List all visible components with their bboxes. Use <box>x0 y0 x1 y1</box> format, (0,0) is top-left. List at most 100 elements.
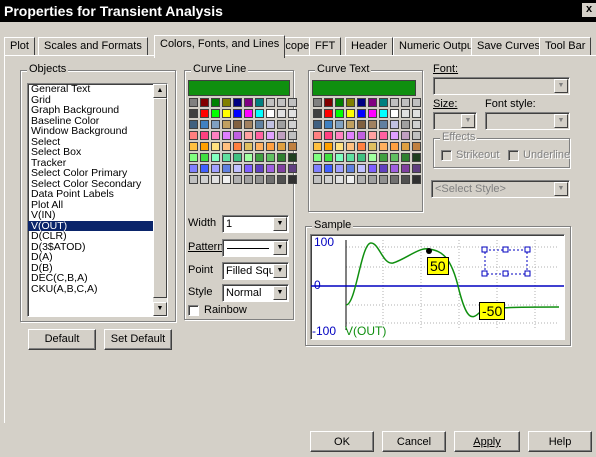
chevron-down-icon[interactable]: ▼ <box>273 264 287 278</box>
color-swatch[interactable] <box>266 120 275 129</box>
color-swatch[interactable] <box>313 175 322 184</box>
color-swatch[interactable] <box>379 131 388 140</box>
color-swatch[interactable] <box>379 109 388 118</box>
list-item[interactable]: Data Point Labels <box>28 189 167 200</box>
color-swatch[interactable] <box>401 142 410 151</box>
color-swatch[interactable] <box>379 98 388 107</box>
color-swatch[interactable] <box>189 98 198 107</box>
color-swatch[interactable] <box>335 142 344 151</box>
color-swatch[interactable] <box>357 164 366 173</box>
color-swatch[interactable] <box>211 153 220 162</box>
color-swatch[interactable] <box>189 120 198 129</box>
color-swatch[interactable] <box>346 131 355 140</box>
color-swatch[interactable] <box>324 131 333 140</box>
color-swatch[interactable] <box>357 153 366 162</box>
point-select[interactable]: Filled Squa ▼ <box>222 262 289 280</box>
color-swatch[interactable] <box>233 98 242 107</box>
color-swatch[interactable] <box>401 98 410 107</box>
apply-button[interactable]: Apply <box>454 431 520 452</box>
color-swatch[interactable] <box>324 164 333 173</box>
color-swatch[interactable] <box>244 109 253 118</box>
color-swatch[interactable] <box>222 153 231 162</box>
ok-button[interactable]: OK <box>310 431 374 452</box>
underline-checkbox[interactable] <box>508 150 519 161</box>
cancel-button[interactable]: Cancel <box>382 431 446 452</box>
color-swatch[interactable] <box>233 153 242 162</box>
list-item[interactable]: Select Box <box>28 147 167 158</box>
color-swatch[interactable] <box>412 131 421 140</box>
color-swatch[interactable] <box>335 109 344 118</box>
color-swatch[interactable] <box>288 120 297 129</box>
font-select[interactable]: ▼ <box>433 77 570 95</box>
color-swatch[interactable] <box>288 98 297 107</box>
tab-fft[interactable]: FFT <box>309 37 342 56</box>
color-swatch[interactable] <box>313 109 322 118</box>
color-swatch[interactable] <box>189 175 198 184</box>
color-swatch[interactable] <box>346 164 355 173</box>
color-swatch[interactable] <box>255 109 264 118</box>
color-swatch[interactable] <box>379 142 388 151</box>
color-swatch[interactable] <box>211 175 220 184</box>
color-swatch[interactable] <box>277 98 286 107</box>
color-swatch[interactable] <box>401 164 410 173</box>
color-swatch[interactable] <box>412 98 421 107</box>
color-swatch[interactable] <box>200 120 209 129</box>
help-button[interactable]: Help <box>528 431 592 452</box>
color-swatch[interactable] <box>200 98 209 107</box>
color-swatch[interactable] <box>189 142 198 151</box>
color-swatch[interactable] <box>244 98 253 107</box>
size-select[interactable]: ▼ <box>433 112 477 130</box>
color-swatch[interactable] <box>244 142 253 151</box>
chevron-down-icon[interactable]: ▼ <box>273 286 287 300</box>
color-swatch[interactable] <box>346 153 355 162</box>
select-box[interactable] <box>484 249 528 275</box>
color-swatch[interactable] <box>401 109 410 118</box>
color-swatch[interactable] <box>211 109 220 118</box>
color-swatch[interactable] <box>412 175 421 184</box>
close-icon[interactable]: x <box>582 3 596 17</box>
color-swatch[interactable] <box>222 164 231 173</box>
color-swatch[interactable] <box>189 164 198 173</box>
color-swatch[interactable] <box>368 109 377 118</box>
color-swatch[interactable] <box>288 109 297 118</box>
list-item[interactable]: Graph Background <box>28 105 167 116</box>
color-swatch[interactable] <box>401 175 410 184</box>
tab-tool-bar[interactable]: Tool Bar <box>539 37 592 56</box>
list-item[interactable]: General Text <box>28 84 167 95</box>
color-swatch[interactable] <box>390 109 399 118</box>
color-swatch[interactable] <box>335 120 344 129</box>
chevron-down-icon[interactable]: ▼ <box>554 182 568 196</box>
color-swatch[interactable] <box>200 164 209 173</box>
style-select[interactable]: Normal ▼ <box>222 284 289 302</box>
tab-save-curves[interactable]: Save Curves <box>471 37 546 56</box>
color-swatch[interactable] <box>335 153 344 162</box>
font-style-select[interactable]: ▼ <box>485 112 570 130</box>
color-swatch[interactable] <box>266 98 275 107</box>
tab-numeric-output[interactable]: Numeric Output <box>393 37 483 56</box>
chevron-down-icon[interactable]: ▼ <box>273 217 287 231</box>
list-item[interactable]: DEC(C,B,A) <box>28 273 167 284</box>
list-item[interactable]: D(CLR) <box>28 231 167 242</box>
width-select[interactable]: 1 ▼ <box>222 215 289 233</box>
rainbow-checkbox[interactable] <box>188 305 199 316</box>
set-default-button[interactable]: Set Default <box>104 329 172 350</box>
color-swatch[interactable] <box>200 142 209 151</box>
color-swatch[interactable] <box>222 175 231 184</box>
color-swatch[interactable] <box>288 175 297 184</box>
color-swatch[interactable] <box>288 131 297 140</box>
chevron-down-icon[interactable]: ▼ <box>461 114 475 128</box>
color-swatch[interactable] <box>357 120 366 129</box>
color-swatch[interactable] <box>244 120 253 129</box>
scroll-down-icon[interactable]: ▼ <box>153 302 167 316</box>
color-swatch[interactable] <box>277 164 286 173</box>
color-swatch[interactable] <box>211 164 220 173</box>
color-swatch[interactable] <box>277 142 286 151</box>
color-swatch[interactable] <box>200 109 209 118</box>
color-swatch[interactable] <box>277 131 286 140</box>
scroll-up-icon[interactable]: ▲ <box>153 84 167 98</box>
color-swatch[interactable] <box>335 164 344 173</box>
color-swatch[interactable] <box>379 175 388 184</box>
color-swatch[interactable] <box>211 142 220 151</box>
color-swatch[interactable] <box>412 120 421 129</box>
color-swatch[interactable] <box>324 153 333 162</box>
